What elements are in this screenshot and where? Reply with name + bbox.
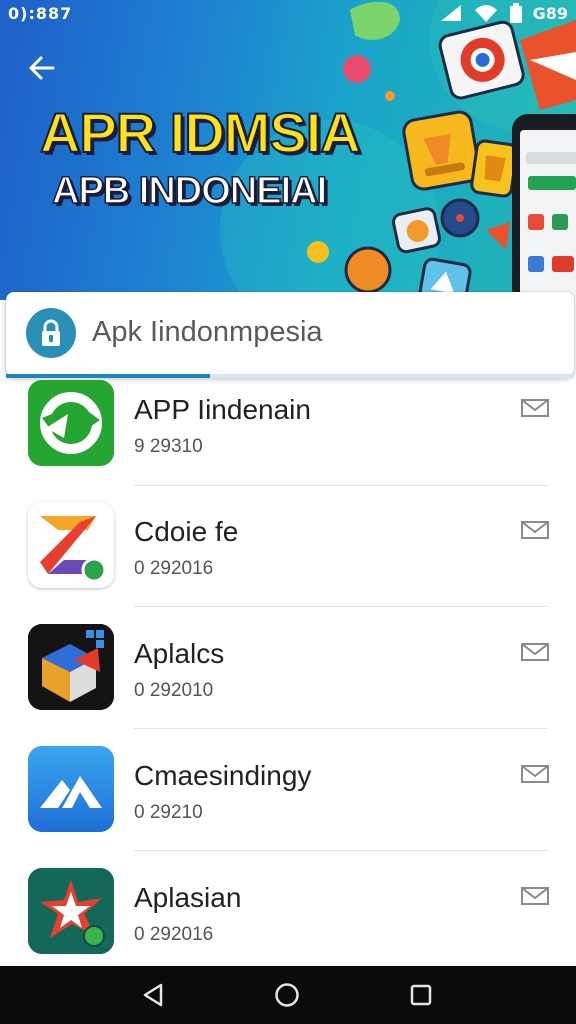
signal-icon (440, 5, 461, 21)
3d-cube-icon (28, 624, 114, 710)
nav-recents-button[interactable] (406, 980, 436, 1010)
arrow-left-icon (29, 56, 55, 80)
back-button[interactable] (22, 48, 62, 88)
mail-icon[interactable] (520, 396, 550, 420)
star-burst-icon (28, 868, 114, 954)
list-item[interactable]: APP Iindenain 9 29310 (0, 380, 576, 502)
nav-back-icon (143, 983, 163, 1007)
nav-back-button[interactable] (138, 980, 168, 1010)
mail-icon[interactable] (520, 884, 550, 908)
status-bar: 0):887 G89 (0, 0, 576, 30)
mail-icon[interactable] (520, 762, 550, 786)
status-time: 0):887 (8, 4, 73, 23)
app-name: Cmaesindingy (134, 760, 312, 791)
nav-home-icon (275, 983, 299, 1007)
app-meta: 0 29210 (134, 802, 203, 823)
search-bar[interactable]: Apk Iindonmpesia (6, 292, 574, 376)
app-meta: 9 29310 (134, 436, 203, 457)
nav-home-button[interactable] (272, 980, 302, 1010)
nav-recents-icon (410, 984, 432, 1006)
divider (134, 728, 548, 729)
app-name: APP Iindenain (134, 394, 311, 425)
wifi-icon (474, 5, 497, 22)
banner-subtitle: APB INDONEIAI (51, 169, 328, 213)
status-icons: G89 (439, 3, 568, 23)
app-name: Aplalcs (134, 638, 225, 669)
app-screen: 0):887 G89 APR IDMSIA APB INDONEIAI Apk … (0, 0, 576, 1024)
mail-icon[interactable] (520, 640, 550, 664)
divider (134, 485, 548, 486)
green-refresh-icon (28, 380, 114, 466)
blue-mountain-icon (28, 746, 114, 832)
loading-progress-fill (6, 374, 211, 378)
loading-progress-bar (6, 374, 574, 378)
status-battery-text: G89 (532, 3, 568, 23)
header-banner: 0):887 G89 APR IDMSIA APB INDONEIAI (0, 0, 576, 300)
app-meta: 0 292016 (134, 924, 214, 945)
lock-icon (26, 308, 76, 358)
app-name: Aplasian (134, 882, 242, 913)
system-nav-bar (0, 966, 576, 1024)
mail-icon[interactable] (520, 518, 550, 542)
app-meta: 0 292010 (134, 680, 214, 701)
colorful-z-icon (28, 502, 114, 588)
battery-icon (509, 3, 522, 23)
divider (134, 606, 548, 607)
app-meta: 0 292016 (134, 558, 214, 579)
banner-title: APR IDMSIA (39, 100, 362, 165)
search-input[interactable]: Apk Iindonmpesia (92, 316, 323, 349)
app-name: Cdoie fe (134, 516, 239, 547)
divider (134, 850, 548, 851)
